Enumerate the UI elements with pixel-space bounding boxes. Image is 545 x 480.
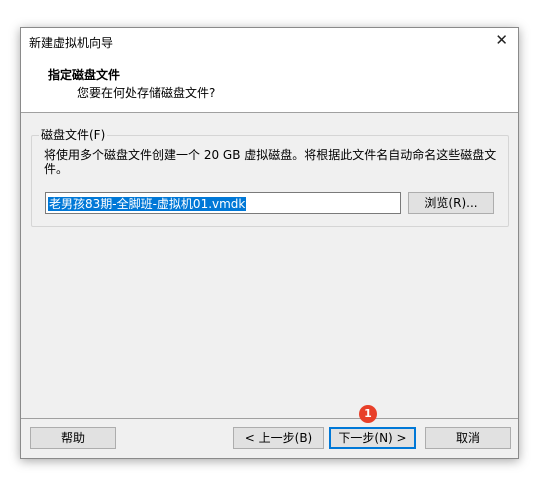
new-vm-wizard-dialog: 新建虚拟机向导 ✕ 指定磁盘文件 您要在何处存储磁盘文件? 磁盘文件(F) 将使… [20, 27, 519, 459]
disk-filename-value: 老男孩83期-全脚班-虚拟机01.vmdk [48, 197, 247, 211]
disk-file-description: 将使用多个磁盘文件创建一个 20 GB 虚拟磁盘。将根据此文件名自动命名这些磁盘… [44, 148, 497, 176]
help-button[interactable]: 帮助 [30, 427, 116, 449]
disk-filename-input[interactable]: 老男孩83期-全脚班-虚拟机01.vmdk [45, 192, 401, 214]
page-subtitle: 您要在何处存储磁盘文件? [77, 86, 216, 100]
back-button[interactable]: < 上一步(B) [233, 427, 324, 449]
step-marker-badge: 1 [359, 405, 377, 423]
page-title: 指定磁盘文件 [48, 68, 121, 82]
wizard-header: 指定磁盘文件 您要在何处存储磁盘文件? [21, 54, 518, 113]
disk-file-group-label: 磁盘文件(F) [39, 126, 108, 143]
cancel-button[interactable]: 取消 [425, 427, 511, 449]
close-icon[interactable]: ✕ [495, 31, 508, 49]
browse-button[interactable]: 浏览(R)... [408, 192, 494, 214]
next-button[interactable]: 下一步(N) > [329, 427, 416, 449]
window-title: 新建虚拟机向导 [29, 36, 114, 50]
title-bar: 新建虚拟机向导 ✕ [21, 28, 518, 54]
footer-divider [21, 418, 518, 419]
